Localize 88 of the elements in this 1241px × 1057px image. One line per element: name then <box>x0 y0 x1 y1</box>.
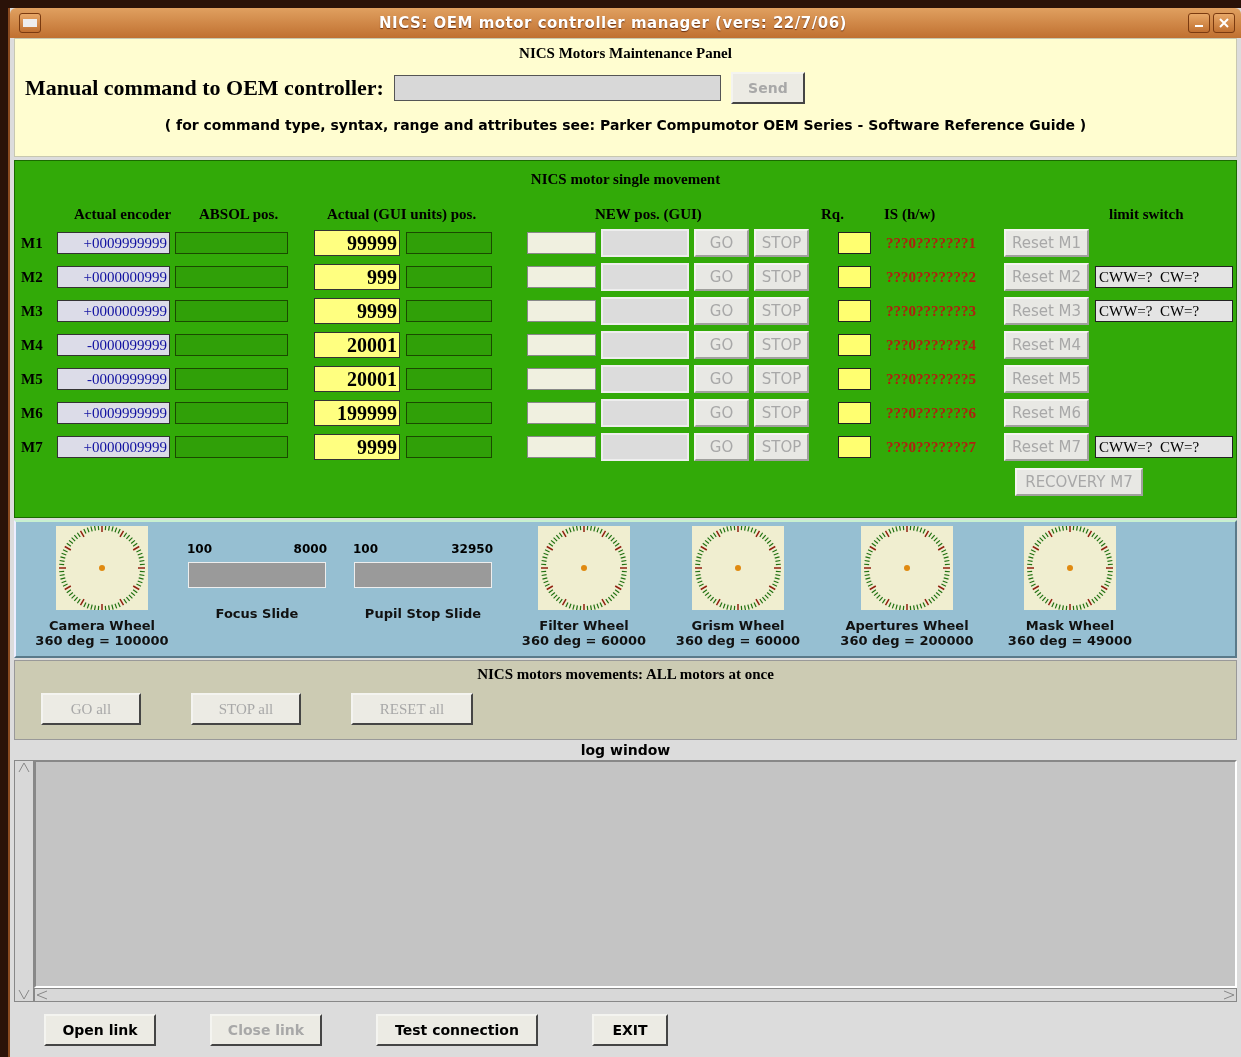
horizontal-scrollbar[interactable] <box>34 988 1237 1002</box>
request-indicator <box>838 368 871 390</box>
column-header: Actual encoder <box>74 206 172 223</box>
encoder-value: +0009999999 <box>57 232 170 254</box>
limit-switch-status: CWW=? CW=? <box>1095 436 1233 458</box>
status-code: ???0???????2 <box>886 268 977 286</box>
new-position-field[interactable] <box>527 266 596 288</box>
wheel-scale: 360 deg = 100000 <box>35 633 169 648</box>
encoder-value: +0000000999 <box>57 266 170 288</box>
motor-label: M7 <box>21 438 44 456</box>
motor-label: M1 <box>21 234 44 252</box>
request-indicator <box>838 300 871 322</box>
motor-label: M3 <box>21 302 44 320</box>
gui-position-value: 20001 <box>314 332 400 358</box>
slide-min: 100 <box>187 542 213 556</box>
motor-label: M5 <box>21 370 44 388</box>
request-indicator <box>838 266 871 288</box>
status-code: ???0???????3 <box>886 302 977 320</box>
column-header: ABSOL pos. <box>199 206 279 223</box>
vertical-scrollbar[interactable] <box>14 760 34 1002</box>
log-title: log window <box>579 741 672 760</box>
limit-switch-status: CWW=? CW=? <box>1095 300 1233 322</box>
column-header: IS (h/w) <box>884 206 936 223</box>
wheel-name: Filter Wheel <box>539 618 629 633</box>
gui-position-value: 999 <box>314 264 400 290</box>
footer-button[interactable]: EXIT <box>592 1013 668 1046</box>
slide-max: 32950 <box>451 542 493 556</box>
gui-position-value: 9999 <box>314 434 400 460</box>
status-code: ???0???????4 <box>886 336 977 354</box>
new-position-field[interactable] <box>527 402 596 424</box>
encoder-value: -0000999999 <box>57 368 170 390</box>
column-header: NEW pos. (GUI) <box>595 206 702 223</box>
window-menu-icon[interactable] <box>19 13 41 33</box>
wheel-name: Grism Wheel <box>691 618 785 633</box>
request-indicator <box>838 436 871 458</box>
encoder-value: +0000009999 <box>57 300 170 322</box>
slide-min: 100 <box>353 542 379 556</box>
column-header: limit switch <box>1109 206 1184 223</box>
slide-track[interactable] <box>354 562 492 588</box>
slide-track[interactable] <box>188 562 326 588</box>
wheel-name: Apertures Wheel <box>845 618 969 633</box>
reference-note: ( for command type, syntax, range and attributes see: Parker Compumotor OEM Series - Software Reference Guide ) <box>163 117 1088 133</box>
request-indicator <box>838 334 871 356</box>
new-position-field[interactable] <box>527 334 596 356</box>
new-position-field[interactable] <box>527 300 596 322</box>
footer-button[interactable]: Open link <box>44 1013 156 1046</box>
command-field[interactable] <box>393 75 721 101</box>
gui-position-value: 99999 <box>314 230 400 256</box>
status-code: ???0???????7 <box>886 438 977 456</box>
encoder-value: -0000099999 <box>57 334 170 356</box>
request-indicator <box>838 402 871 424</box>
motor-label: M6 <box>21 404 44 422</box>
column-header: Actual (GUI units) pos. <box>327 206 477 223</box>
status-code: ???0???????1 <box>886 234 977 252</box>
encoder-value: +0009999999 <box>57 402 170 424</box>
footer-button[interactable]: Test connection <box>376 1013 538 1046</box>
status-code: ???0???????5 <box>886 370 977 388</box>
slide-name: Pupil Stop Slide <box>364 606 482 621</box>
slide-name: Focus Slide <box>215 606 299 621</box>
wheel-name: Mask Wheel <box>1025 618 1115 633</box>
status-code: ???0???????6 <box>886 404 977 422</box>
panel-title: NICS Motors Maintenance Panel <box>518 45 733 62</box>
column-header: Rq. <box>821 206 844 223</box>
command-label: Manual command to OEM controller: <box>25 75 384 101</box>
gui-position-value: 199999 <box>314 400 400 426</box>
section-title: NICS motors movements: ALL motors at once <box>476 666 775 683</box>
encoder-value: +0000009999 <box>57 436 170 458</box>
wheel-scale: 360 deg = 60000 <box>675 633 801 648</box>
motor-label: M4 <box>21 336 44 354</box>
gui-position-value: 20001 <box>314 366 400 392</box>
close-icon[interactable] <box>1213 13 1235 33</box>
scroll-left-icon[interactable] <box>35 989 49 1001</box>
scroll-right-icon[interactable] <box>1222 989 1236 1001</box>
request-indicator <box>838 232 871 254</box>
new-position-field[interactable] <box>527 368 596 390</box>
wheel-name: Camera Wheel <box>48 618 156 633</box>
section-title: NICS motor single movement <box>529 171 722 188</box>
motor-label: M2 <box>21 268 44 286</box>
window-title: NICS: OEM motor controller manager (vers: 22/7/06) <box>378 14 848 32</box>
gui-position-value: 9999 <box>314 298 400 324</box>
limit-switch-status: CWW=? CW=? <box>1095 266 1233 288</box>
minimize-icon[interactable] <box>1188 13 1210 33</box>
wheel-scale: 360 deg = 60000 <box>521 633 647 648</box>
wheel-scale: 360 deg = 49000 <box>1007 633 1133 648</box>
new-position-field[interactable] <box>527 436 596 458</box>
new-position-field[interactable] <box>527 232 596 254</box>
slide-max: 8000 <box>293 542 327 556</box>
wheel-scale: 360 deg = 200000 <box>840 633 974 648</box>
